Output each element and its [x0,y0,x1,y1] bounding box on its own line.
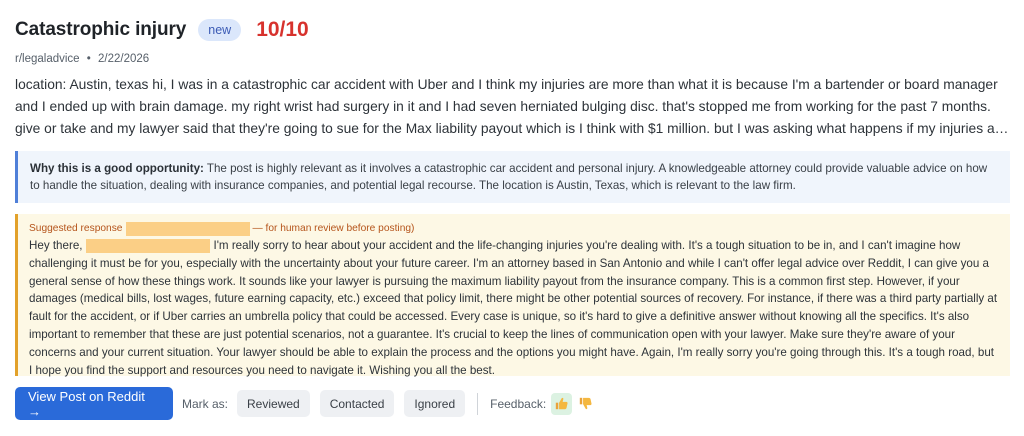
title-row: Catastrophic injury new 10/10 [15,14,1010,46]
thumbs-down-icon [579,397,592,410]
suggested-response-box: Suggested response — for human review be… [15,214,1010,379]
feedback-label: Feedback: [490,396,547,411]
mark-ignored-button[interactable]: Ignored [404,390,466,417]
subreddit-label: r/legaladvice [15,53,80,65]
view-post-button[interactable]: View Post on Reddit → [15,387,173,420]
response-body: I'm really sorry to hear about your acci… [29,239,998,377]
mark-contacted-button[interactable]: Contacted [319,390,395,417]
post-body: location: Austin, texas hi, I was in a c… [15,77,1007,136]
opportunity-box: Why this is a good opportunity: The post… [15,151,1010,203]
suggested-response-text[interactable]: Hey there, I'm really sorry to hear about… [29,237,998,379]
redacted-name [126,222,251,236]
post-card: Catastrophic injury new 10/10 r/legaladv… [15,14,1010,379]
opportunity-label: Why this is a good opportunity: [30,162,204,175]
suggested-response-label: Suggested response [29,223,123,234]
redacted-username [85,238,210,253]
thumbs-up-icon [555,397,568,410]
mark-reviewed-button[interactable]: Reviewed [237,390,310,417]
post-title: Catastrophic injury [15,19,187,40]
meta-separator: • [86,53,91,65]
post-meta: r/legaladvice • 2/22/2026 [15,51,1010,67]
response-greeting: Hey there, [29,239,83,252]
mark-as-label: Mark as: [182,396,229,411]
new-badge: new [198,19,242,41]
thumbs-up-button[interactable] [551,392,573,415]
divider [477,392,479,415]
post-date: 2/22/2026 [98,53,150,65]
action-bar: View Post on Reddit → Mark as: Reviewed … [15,387,596,420]
suggested-response-header: Suggested response — for human review be… [29,221,998,237]
thumbs-down-button[interactable] [575,393,596,415]
relevance-score: 10/10 [256,18,309,41]
review-note: — for human review before posting) [252,223,415,234]
